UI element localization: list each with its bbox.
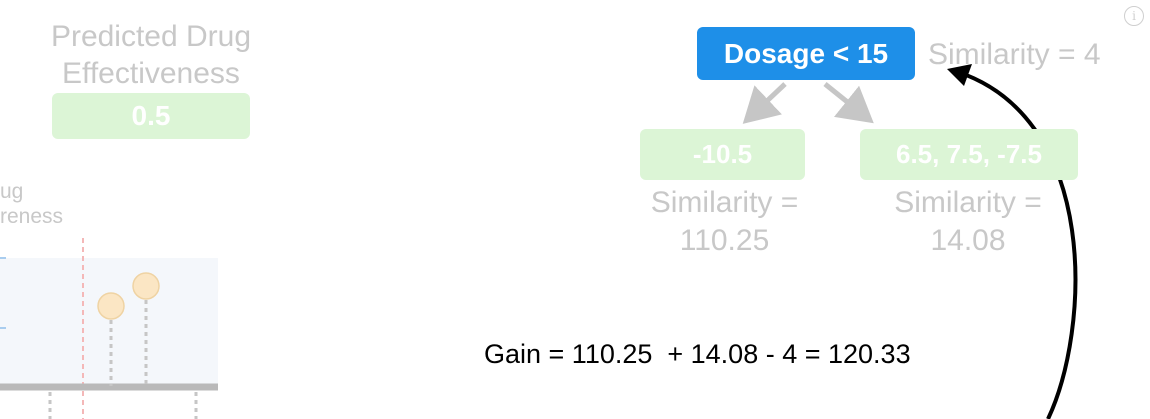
left-leaf-similarity-value: 110.25 (679, 224, 770, 257)
right-leaf-residuals: 6.5, 7.5, -7.5 (860, 129, 1078, 180)
left-leaf-similarity: Similarity = 110.25 (632, 184, 817, 260)
right-leaf-similarity: Similarity = 14.08 (868, 184, 1068, 260)
left-leaf-residuals: -10.5 (640, 129, 805, 180)
info-icon[interactable]: i (1124, 6, 1144, 26)
right-leaf-similarity-value: 14.08 (930, 224, 1006, 257)
root-node: Dosage < 15 (697, 27, 915, 80)
root-similarity-score: Similarity = 4 (928, 38, 1101, 71)
right-leaf-similarity-label: Similarity = (894, 186, 1042, 219)
left-branch-arrow (742, 82, 787, 124)
right-branch-arrow (823, 82, 874, 124)
left-leaf-similarity-label: Similarity = (650, 186, 799, 219)
gain-equation: Gain = 110.25 + 14.08 - 4 = 120.33 (484, 339, 911, 369)
